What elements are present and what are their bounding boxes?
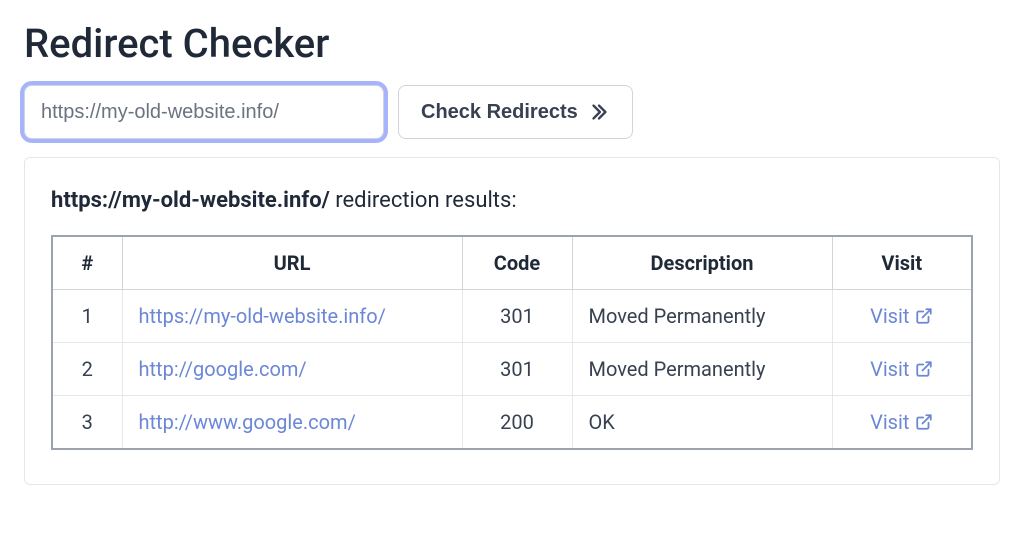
external-link-icon bbox=[915, 307, 933, 325]
cell-num: 2 bbox=[52, 343, 122, 396]
cell-visit: Visit bbox=[832, 396, 972, 450]
results-table-body: 1 https://my-old-website.info/ 301 Moved… bbox=[52, 290, 972, 450]
url-link[interactable]: http://www.google.com/ bbox=[139, 410, 356, 434]
table-row: 2 http://google.com/ 301 Moved Permanent… bbox=[52, 343, 972, 396]
col-header-url: URL bbox=[122, 236, 462, 290]
visit-link-label: Visit bbox=[870, 410, 909, 434]
results-heading-rest: redirection results: bbox=[330, 188, 517, 213]
check-redirects-button[interactable]: Check Redirects bbox=[398, 85, 633, 139]
results-table-head: # URL Code Description Visit bbox=[52, 236, 972, 290]
results-card: https://my-old-website.info/ redirection… bbox=[24, 157, 1000, 485]
cell-url: http://www.google.com/ bbox=[122, 396, 462, 450]
visit-link[interactable]: Visit bbox=[870, 357, 933, 381]
results-heading: https://my-old-website.info/ redirection… bbox=[51, 188, 973, 213]
cell-num: 1 bbox=[52, 290, 122, 343]
check-redirects-label: Check Redirects bbox=[421, 101, 578, 124]
col-header-desc: Description bbox=[572, 236, 832, 290]
external-link-icon bbox=[915, 360, 933, 378]
cell-code: 301 bbox=[462, 343, 572, 396]
cell-url: http://google.com/ bbox=[122, 343, 462, 396]
results-heading-url: https://my-old-website.info/ bbox=[51, 188, 330, 213]
chevrons-right-icon bbox=[588, 101, 610, 123]
results-table: # URL Code Description Visit 1 https://m… bbox=[51, 235, 973, 450]
cell-code: 200 bbox=[462, 396, 572, 450]
cell-url: https://my-old-website.info/ bbox=[122, 290, 462, 343]
visit-link[interactable]: Visit bbox=[870, 304, 933, 328]
cell-visit: Visit bbox=[832, 343, 972, 396]
table-row: 1 https://my-old-website.info/ 301 Moved… bbox=[52, 290, 972, 343]
col-header-code: Code bbox=[462, 236, 572, 290]
visit-link-label: Visit bbox=[870, 357, 909, 381]
cell-desc: Moved Permanently bbox=[572, 290, 832, 343]
cell-code: 301 bbox=[462, 290, 572, 343]
table-row: 3 http://www.google.com/ 200 OK Visit bbox=[52, 396, 972, 450]
cell-num: 3 bbox=[52, 396, 122, 450]
url-link[interactable]: https://my-old-website.info/ bbox=[139, 304, 386, 328]
page-title: Redirect Checker bbox=[24, 20, 1000, 67]
visit-link-label: Visit bbox=[870, 304, 909, 328]
cell-desc: Moved Permanently bbox=[572, 343, 832, 396]
col-header-num: # bbox=[52, 236, 122, 290]
cell-visit: Visit bbox=[832, 290, 972, 343]
query-form: Check Redirects bbox=[24, 85, 1000, 139]
visit-link[interactable]: Visit bbox=[870, 410, 933, 434]
col-header-visit: Visit bbox=[832, 236, 972, 290]
cell-desc: OK bbox=[572, 396, 832, 450]
url-link[interactable]: http://google.com/ bbox=[139, 357, 307, 381]
external-link-icon bbox=[915, 413, 933, 431]
url-input[interactable] bbox=[24, 85, 384, 139]
